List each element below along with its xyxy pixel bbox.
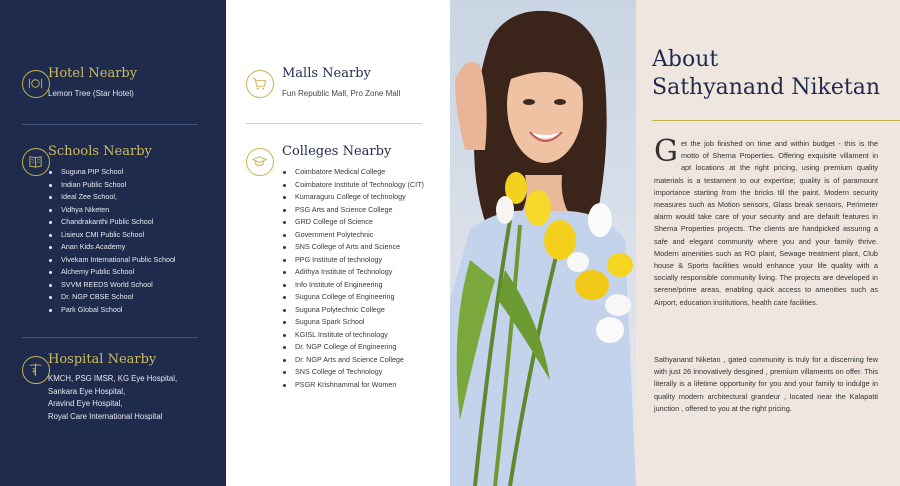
shopping-cart-icon <box>246 70 274 98</box>
colleges-list: Coimbatore Medical College Coimbatore Ins… <box>282 166 424 391</box>
college-item: SNS College of Technology <box>282 366 424 379</box>
school-item: Vivekam International Public School <box>48 254 176 267</box>
college-item: PPG Institute of technology <box>282 254 424 267</box>
school-item: Lisieux CMI Public School <box>48 229 176 242</box>
hospital-line: Aravind Eye Hospital, <box>48 399 123 408</box>
college-item: Suguna Spark School <box>282 316 424 329</box>
college-item: Coimbatore Institute of Technology (CIT) <box>282 179 424 192</box>
hospital-line: Sankara Eye Hospital, <box>48 386 126 396</box>
about-paragraph-1-text: et the job finished on time and within b… <box>654 139 878 307</box>
drop-cap: G <box>654 134 678 169</box>
college-item: Info Institute of Engineering <box>282 279 424 292</box>
nearby-panel-left: Hotel Nearby Lemon Tree (Star Hotel) Sch… <box>0 0 226 486</box>
divider <box>22 337 198 338</box>
college-item: KGISL Institute of technology <box>282 329 424 342</box>
school-item: Ideal Zee School, <box>48 191 176 204</box>
hospital-heading: Hospital Nearby <box>48 352 157 367</box>
graduation-cap-icon <box>246 148 274 176</box>
hotel-heading: Hotel Nearby <box>48 66 138 81</box>
hospital-text: KMCH, PSG IMSR, KG Eye Hospital, Sankara … <box>48 373 177 423</box>
about-divider <box>652 120 900 121</box>
school-item: Vidhya Niketen <box>48 204 176 217</box>
school-item: Dr. NGP CBSE School <box>48 291 176 304</box>
school-item: Park Global School <box>48 304 176 317</box>
school-item: Anan Kids Academy <box>48 241 176 254</box>
about-paragraph-1: Get the job finished on time and within … <box>654 134 878 309</box>
hospital-line: KMCH, PSG IMSR, KG Eye Hospital, <box>48 374 178 383</box>
malls-heading: Malls Nearby <box>282 66 371 81</box>
college-item: Government Polytechnic <box>282 229 424 242</box>
college-item: Kumaraguru College of technology <box>282 191 424 204</box>
divider <box>22 124 198 125</box>
malls-text: Fun Republic Mall, Pro Zone Mall <box>282 89 401 98</box>
schools-list: Suguna PIP School Indian Public School Ide… <box>48 166 176 316</box>
about-paragraph-2: Sathyanand Niketan , gated community is … <box>654 355 878 413</box>
about-panel: About Sathyanand Niketan Get the job fin… <box>636 0 900 486</box>
hospital-line: Royal Care International Hospital <box>48 411 163 421</box>
college-item: Coimbatore Medical College <box>282 166 424 179</box>
college-item: SNS College of Arts and Science <box>282 241 424 254</box>
college-item: Dr. NGP College of Engineering <box>282 341 424 354</box>
college-item: PSG Arts and Science College <box>282 204 424 217</box>
schools-heading: Schools Nearby <box>48 144 152 159</box>
caduceus-icon <box>22 356 50 384</box>
college-item: Adithya Institute of Technology <box>282 266 424 279</box>
hotel-text: Lemon Tree (Star Hotel) <box>48 89 134 98</box>
school-item: Chandrakanthi Public School <box>48 216 176 229</box>
nearby-panel-middle: Malls Nearby Fun Republic Mall, Pro Zone… <box>226 0 452 486</box>
about-title: About Sathyanand Niketan <box>652 46 880 102</box>
college-item: Suguna Polytechnic College <box>282 304 424 317</box>
college-item: GRD College of Science <box>282 216 424 229</box>
school-item: Suguna PIP School <box>48 166 176 179</box>
book-icon <box>22 148 50 176</box>
college-item: Dr. NGP Arts and Science College <box>282 354 424 367</box>
dining-icon <box>22 70 50 98</box>
school-item: Alchemy Public School <box>48 266 176 279</box>
school-item: Indian Public School <box>48 179 176 192</box>
about-title-line2: Sathyanand Niketan <box>652 75 881 100</box>
about-title-line1: About <box>652 47 719 72</box>
college-item: PSGR Krishnammal for Women <box>282 379 424 392</box>
divider <box>246 123 422 124</box>
colleges-heading: Colleges Nearby <box>282 144 392 159</box>
college-item: Suguna College of Engineering <box>282 291 424 304</box>
school-item: SVVM REEDS World School <box>48 279 176 292</box>
woman-with-tulips-photo <box>450 0 636 486</box>
